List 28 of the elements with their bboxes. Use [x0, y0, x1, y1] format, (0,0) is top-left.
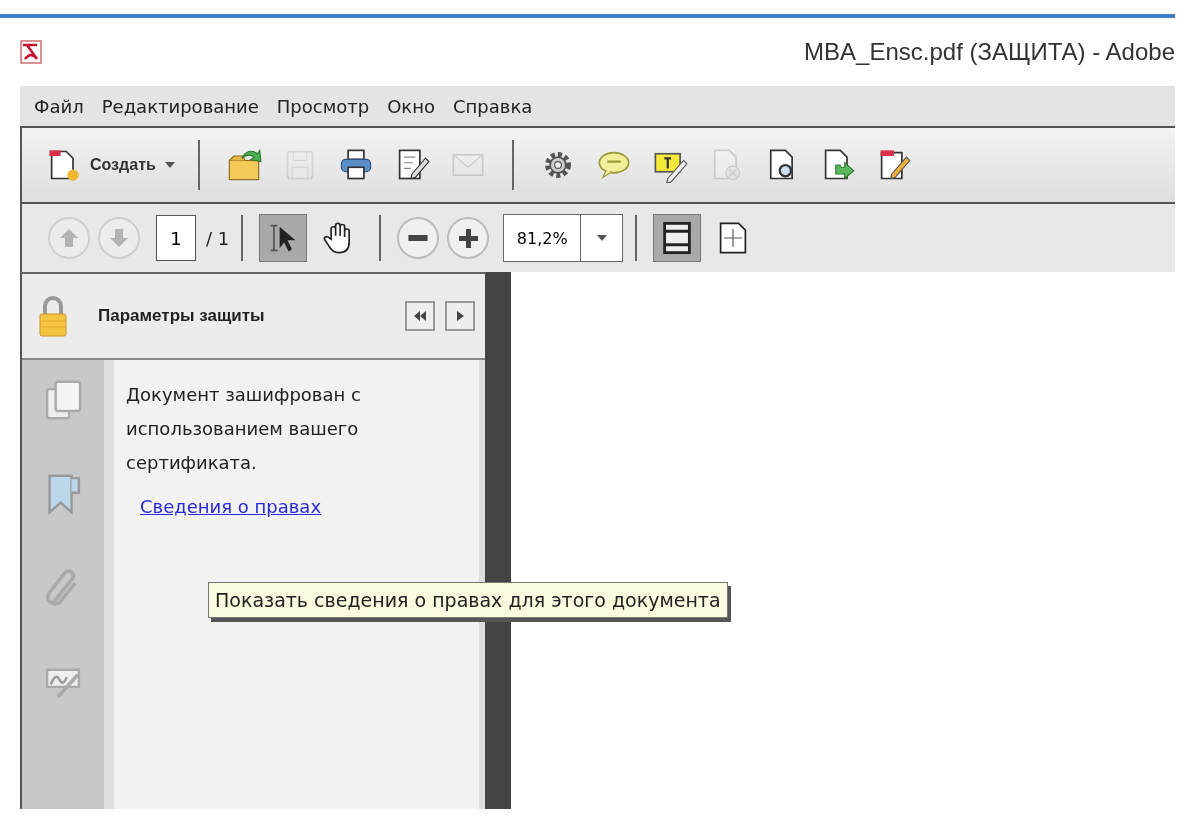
page-total: / 1: [206, 227, 230, 249]
rights-link[interactable]: Сведения о правах: [140, 496, 322, 517]
collapse-panel-button[interactable]: [405, 301, 435, 331]
menu-item[interactable]: Справка: [445, 91, 541, 121]
caret-icon: [595, 234, 608, 242]
expand-panel-button[interactable]: [445, 301, 475, 331]
panel-title: Параметры защиты: [98, 306, 266, 326]
menu-item[interactable]: Редактирование: [93, 91, 267, 121]
padlock-icon: [38, 294, 68, 338]
fit-page-button[interactable]: [653, 214, 702, 262]
menu-item[interactable]: Окно: [379, 91, 443, 121]
page-number-field[interactable]: 1: [156, 215, 196, 261]
window-title: MBA_Ensc.pdf (ЗАЩИТА) - Adobe: [804, 38, 1175, 66]
plus-icon: [456, 226, 481, 250]
minus-icon: [408, 235, 429, 241]
encryption-message: Документ зашифрован с использованием вашего сертификата.: [126, 383, 362, 475]
zoom-out-button[interactable]: [397, 217, 440, 259]
double-left-arrow-icon: [413, 309, 427, 323]
zoom-field[interactable]: 81,2%: [503, 214, 582, 262]
menu-item[interactable]: Просмотр: [268, 91, 378, 121]
zoom-dropdown-button[interactable]: [581, 214, 624, 262]
app-icon: [20, 40, 42, 64]
zoom-in-button[interactable]: [447, 217, 490, 259]
caret-icon: [163, 161, 176, 169]
create-button[interactable]: Создать: [40, 143, 182, 187]
select-tool-button[interactable]: [259, 214, 308, 262]
menu-item[interactable]: Файл: [26, 91, 92, 121]
new-document-icon: [46, 147, 82, 183]
